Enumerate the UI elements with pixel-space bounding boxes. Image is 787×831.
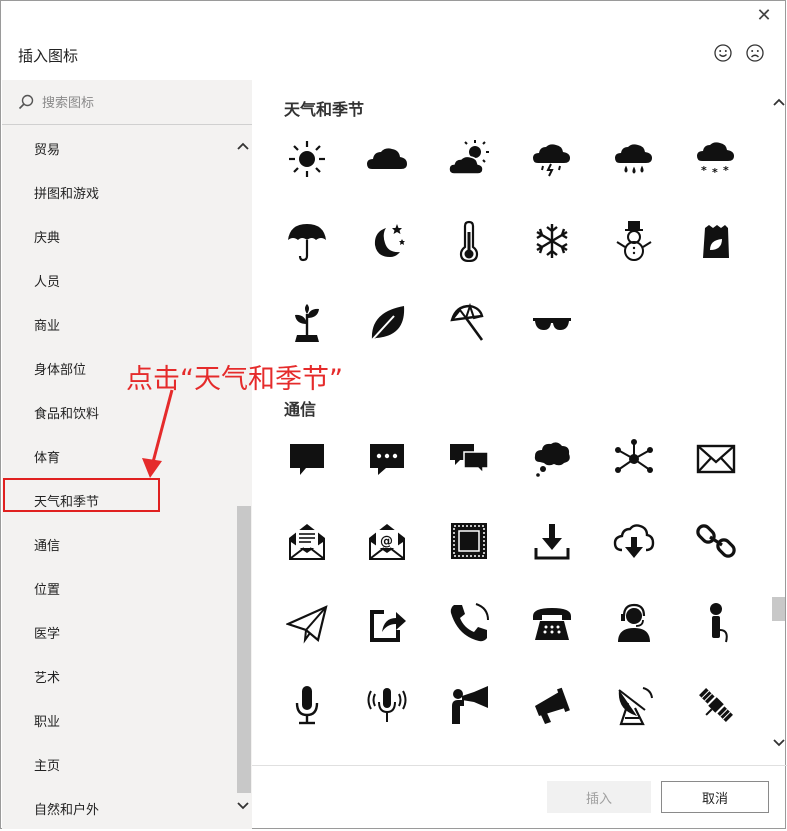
section-title-weather: 天气和季节 [284,100,365,119]
search-icon [18,94,34,110]
sunglasses-icon[interactable] [531,302,573,344]
category-home[interactable]: 主页 [34,755,60,774]
category-careers[interactable]: 职业 [34,711,60,730]
beach-umbrella-icon[interactable] [448,302,490,344]
handheld-mic-icon[interactable] [695,602,737,644]
dialog-title: 插入图标 [18,47,79,65]
snow-icon[interactable]: * * * [695,138,737,180]
sidebar-scroll-up-icon[interactable] [236,141,250,151]
close-button[interactable]: ✕ [753,5,775,27]
megaphone-icon[interactable] [531,684,573,726]
link-icon[interactable] [695,520,737,562]
megaphone-person-icon[interactable] [448,684,490,726]
open-letter-icon[interactable] [286,520,328,562]
sun-icon[interactable] [286,138,328,180]
category-medical[interactable]: 医学 [34,623,60,642]
umbrella-icon[interactable] [286,220,328,262]
leaf-icon[interactable] [366,302,408,344]
smile-feedback-icon[interactable] [713,43,733,63]
gallery-scrollbar-thumb[interactable] [772,597,785,621]
microphone-icon[interactable] [286,684,328,726]
sidebar-scroll-down-icon[interactable] [236,801,250,811]
cloud-icon[interactable] [366,138,408,180]
icon-gallery: 天气和季节 * * * 通信 @ [252,80,787,765]
chat-dots-icon[interactable] [366,438,408,480]
cloud-download-icon[interactable] [613,520,655,562]
gallery-scroll-down-icon[interactable] [772,738,786,748]
thunderstorm-icon[interactable] [531,138,573,180]
snowflake-icon[interactable] [531,220,573,262]
category-trade[interactable]: 贸易 [34,139,60,158]
cancel-button[interactable]: 取消 [661,781,769,813]
category-business[interactable]: 商业 [34,315,60,334]
paper-plane-icon[interactable] [286,602,328,644]
conversation-icon[interactable] [448,438,490,480]
seed-bag-icon[interactable] [695,220,737,262]
search-box [2,80,252,125]
envelope-icon[interactable] [695,438,737,480]
svg-text:*: * [701,164,707,177]
svg-text:*: * [723,164,729,177]
phone-handset-icon[interactable] [448,602,490,644]
thought-bubble-icon[interactable] [531,438,573,480]
seedling-icon[interactable] [286,302,328,344]
moon-stars-icon[interactable] [366,220,408,262]
gallery-scroll-up-icon[interactable] [772,97,786,107]
category-communication[interactable]: 通信 [34,535,60,554]
category-location[interactable]: 位置 [34,579,60,598]
headset-user-icon[interactable] [613,602,655,644]
email-at-icon[interactable]: @ [366,520,408,562]
svg-text:@: @ [380,534,393,549]
snowman-icon[interactable] [613,220,655,262]
frown-feedback-icon[interactable] [745,43,765,63]
category-sports[interactable]: 体育 [34,447,60,466]
search-input[interactable] [40,91,234,115]
satellite-icon[interactable] [695,684,737,726]
selected-category-highlight [3,478,160,512]
download-icon[interactable] [531,520,573,562]
thermometer-icon[interactable] [448,220,490,262]
share-icon[interactable] [366,602,408,644]
broadcast-mic-icon[interactable] [366,684,408,726]
category-people[interactable]: 人员 [34,271,60,290]
sidebar-scrollbar-thumb[interactable] [237,506,251,793]
category-nature-outdoors[interactable]: 自然和户外 [34,799,99,818]
svg-text:*: * [712,166,718,179]
rain-icon[interactable] [613,138,655,180]
desk-phone-icon[interactable] [531,602,573,644]
category-food-drink[interactable]: 食品和饮料 [34,403,99,422]
insert-button[interactable]: 插入 [547,781,651,813]
satellite-dish-icon[interactable] [613,684,655,726]
insert-icons-dialog: ✕ 插入图标 贸易 拼图和游戏 庆典 人员 商业 身体部位 食品和饮料 体育 天… [0,0,787,829]
annotation-arrow-icon [142,389,174,478]
category-celebration[interactable]: 庆典 [34,227,60,246]
category-puzzles-games[interactable]: 拼图和游戏 [34,183,99,202]
stamp-icon[interactable] [448,520,490,562]
network-icon[interactable] [613,438,655,480]
category-body-parts[interactable]: 身体部位 [34,359,86,378]
section-title-communication: 通信 [284,400,317,419]
category-sidebar: 贸易 拼图和游戏 庆典 人员 商业 身体部位 食品和饮料 体育 天气和季节 通信… [2,80,252,829]
partly-sunny-icon[interactable] [448,138,490,180]
speech-bubble-icon[interactable] [286,438,328,480]
category-arts[interactable]: 艺术 [34,667,60,686]
